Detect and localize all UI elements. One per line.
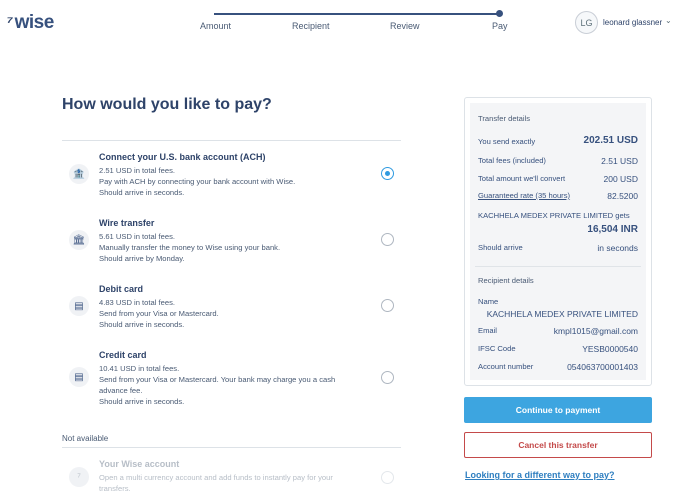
guaranteed-rate-link[interactable]: Guaranteed rate (35 hours) <box>478 191 570 200</box>
option-arrival: Should arrive by Monday. <box>99 254 185 263</box>
radio-credit-card[interactable] <box>381 371 394 384</box>
wise-wordmark: wise <box>14 12 55 33</box>
divider <box>62 447 401 448</box>
radio-wire[interactable] <box>381 233 394 246</box>
not-available-label: Not available <box>62 434 109 443</box>
payment-option-credit-card[interactable]: ▤ Credit card 10.41 USD in total fees. S… <box>62 348 401 408</box>
different-way-to-pay-link[interactable]: Looking for a different way to pay? <box>465 470 615 480</box>
name-value: KACHHELA MEDEX PRIVATE LIMITED <box>486 309 638 319</box>
wise-flag-icon: ⁷ <box>69 467 89 487</box>
progress-stepper-track <box>214 13 500 15</box>
cancel-transfer-button[interactable]: Cancel this transfer <box>464 432 652 458</box>
account-number-value: 054063700001403 <box>567 362 638 372</box>
page-title: How would you like to pay? <box>62 96 272 113</box>
username-label[interactable]: leonard glassner <box>603 18 662 27</box>
card-icon: ▤ <box>69 367 89 387</box>
recipient-details-heading: Recipient details <box>478 276 534 285</box>
step-amount[interactable]: Amount <box>200 21 231 31</box>
option-fee: 10.41 USD in total fees. <box>99 364 180 373</box>
account-number-label: Account number <box>478 362 534 371</box>
bank-connect-icon: 🏦 <box>69 164 89 184</box>
radio-ach[interactable] <box>381 167 394 180</box>
top-header: ⁷ wise Amount Recipient Review Pay LG le… <box>0 0 689 46</box>
convert-value: 200 USD <box>603 174 639 184</box>
option-title: Credit card <box>99 350 147 360</box>
transfer-summary-panel: Transfer details You send exactly 202.51… <box>464 97 652 386</box>
step-pay: Pay <box>492 21 508 31</box>
arrive-value: in seconds <box>597 243 638 253</box>
avatar[interactable]: LG <box>575 11 598 34</box>
ifsc-value: YESB0000540 <box>582 344 638 354</box>
card-icon: ▤ <box>69 296 89 316</box>
email-value: kmpl1015@gmail.com <box>553 326 638 336</box>
fees-value: 2.51 USD <box>601 156 638 166</box>
name-label: Name <box>478 297 499 306</box>
option-title: Connect your U.S. bank account (ACH) <box>99 152 266 162</box>
step-recipient[interactable]: Recipient <box>292 21 330 31</box>
continue-to-payment-button[interactable]: Continue to payment <box>464 397 652 423</box>
option-fee: 5.61 USD in total fees. <box>99 232 175 241</box>
arrive-label: Should arrive <box>478 243 523 252</box>
wise-flag-icon: ⁷ <box>4 14 15 31</box>
divider <box>62 140 401 141</box>
radio-debit-card[interactable] <box>381 299 394 312</box>
option-description: Open a multi currency account and add fu… <box>99 473 333 493</box>
email-label: Email <box>478 326 497 335</box>
option-description: Manually transfer the money to Wise usin… <box>99 243 281 252</box>
option-fee: 4.83 USD in total fees. <box>99 298 175 307</box>
option-title: Wire transfer <box>99 218 155 228</box>
recipient-gets-value: 16,504 INR <box>587 224 638 235</box>
wise-logo[interactable]: ⁷ wise <box>4 12 55 34</box>
ifsc-label: IFSC Code <box>478 344 516 353</box>
option-description: Pay with ACH by connecting your bank acc… <box>99 177 296 186</box>
option-title: Debit card <box>99 284 144 294</box>
fees-label: Total fees (included) <box>478 156 546 165</box>
payment-option-debit-card[interactable]: ▤ Debit card 4.83 USD in total fees. Sen… <box>62 282 401 330</box>
payment-option-ach[interactable]: 🏦 Connect your U.S. bank account (ACH) 2… <box>62 150 401 198</box>
recipient-gets-label: KACHHELA MEDEX PRIVATE LIMITED gets <box>478 211 630 220</box>
option-description: Send from your Visa or Mastercard. Your … <box>99 375 336 395</box>
payment-option-wire[interactable]: 🏛 Wire transfer 5.61 USD in total fees. … <box>62 216 401 264</box>
option-title: Your Wise account <box>99 459 180 469</box>
step-review[interactable]: Review <box>390 21 420 31</box>
option-arrival: Should arrive in seconds. <box>99 320 185 329</box>
option-arrival: Should arrive in seconds. <box>99 397 185 406</box>
summary-divider <box>475 266 641 267</box>
option-arrival: Should arrive in seconds. <box>99 188 185 197</box>
radio-wise-account <box>381 471 394 484</box>
option-description: Send from your Visa or Mastercard. <box>99 309 219 318</box>
progress-current-dot <box>496 10 503 17</box>
you-send-label: You send exactly <box>478 137 536 146</box>
payment-option-wise-account: ⁷ Your Wise account Open a multi currenc… <box>62 457 401 497</box>
chevron-down-icon[interactable]: ⌄ <box>665 16 672 25</box>
you-send-value: 202.51 USD <box>583 135 638 146</box>
bank-icon: 🏛 <box>69 230 89 250</box>
convert-label: Total amount we'll convert <box>478 174 566 183</box>
rate-value: 82.5200 <box>607 191 638 201</box>
option-fee: 2.51 USD in total fees. <box>99 166 175 175</box>
transfer-details-heading: Transfer details <box>478 114 531 123</box>
